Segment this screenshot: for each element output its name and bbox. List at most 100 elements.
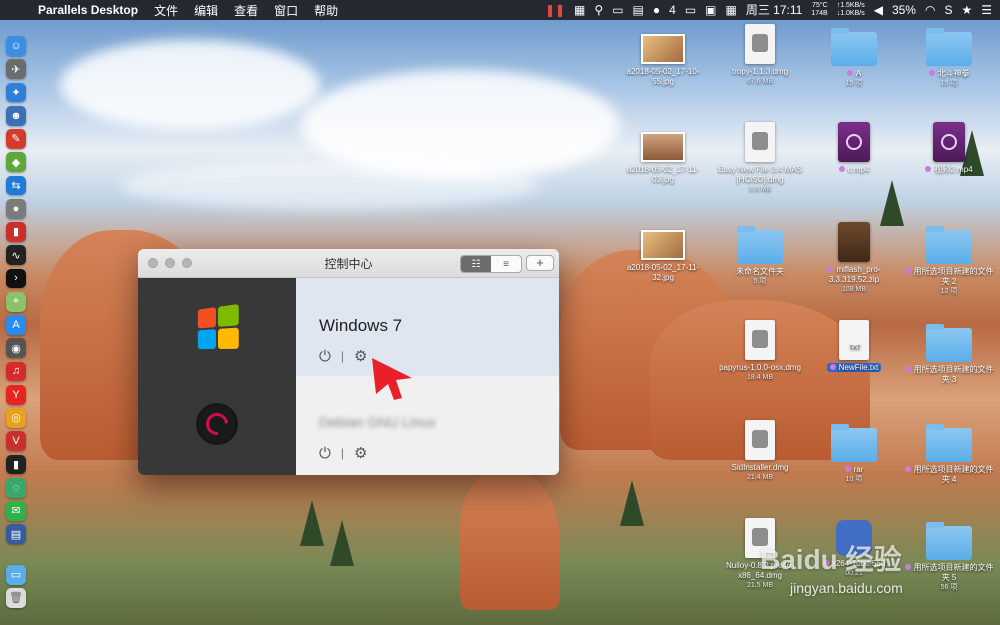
vm-thumbnail-windows[interactable] [194, 304, 240, 351]
app-tray-icon[interactable]: ▣ [705, 0, 716, 20]
folder-tray-icon[interactable]: ▭ [612, 0, 623, 20]
wechat-icon[interactable]: ✉ [6, 501, 26, 521]
menu-view[interactable]: 查看 [234, 2, 258, 19]
desktop-folder[interactable]: 用所选项目新建的文件夹 5 56 项 [903, 522, 995, 592]
video-file-icon [933, 122, 965, 162]
desktop-folder[interactable]: 用所选项目新建的文件夹 3 [903, 324, 995, 385]
battery-percent[interactable]: 35% [892, 0, 916, 20]
fx-icon[interactable]: ◌ [6, 477, 26, 498]
purple-tag-icon [925, 166, 932, 172]
desktop-folder[interactable]: 用所选项目新建的文件夹 4 [903, 424, 995, 485]
input-method-icon[interactable]: S [944, 0, 952, 20]
memory: 174B [811, 10, 828, 17]
zoom-button[interactable] [182, 258, 192, 268]
vm-actions: ⏻ | ⚙ [319, 444, 368, 463]
list-view-button[interactable]: ≡ [491, 256, 521, 272]
yandex-icon[interactable]: Y [6, 384, 26, 405]
purple-tag-icon [829, 364, 836, 370]
wechat-tray-icon[interactable]: ● [653, 0, 660, 20]
desktop-folder[interactable]: 用所选项目新建的文件夹 2 12 项 [903, 226, 995, 296]
istat-icon[interactable]: ▮ [6, 222, 26, 242]
notification-center-icon[interactable]: ☰ [981, 0, 992, 20]
desktop-file-zip[interactable]: miflash_pro-3.3.319.52.zip 108 MB [808, 222, 900, 294]
desktop-folder[interactable]: rar 10 项 [808, 424, 900, 484]
folder-icon [926, 522, 972, 560]
display-icon[interactable]: ▭ [685, 0, 696, 20]
contacts-icon[interactable]: ☻ [6, 105, 26, 126]
trash-icon[interactable]: 🗑 [6, 588, 26, 608]
terminal-icon[interactable]: › [6, 268, 26, 289]
terminal-alt-icon[interactable]: ▮ [6, 454, 26, 475]
vivaldi-icon[interactable]: V [6, 431, 26, 451]
desktop-file-video[interactable]: c.mp4 [808, 122, 900, 175]
finder-icon[interactable]: ☺ [6, 36, 26, 56]
temperature: 75°C [812, 2, 828, 9]
wifi-icon[interactable]: ◠ [925, 0, 935, 20]
clock-readout[interactable]: 周三 17:11 [746, 0, 802, 20]
preview-icon[interactable]: ◉ [6, 338, 26, 358]
power-button[interactable]: ⏻ [319, 348, 331, 365]
desktop-file-image[interactable]: a2018-05-02_17-10-55.jpg [617, 34, 709, 87]
grid-icon[interactable]: ▦ [574, 0, 585, 20]
detail-view-button[interactable]: ☷ [461, 256, 491, 272]
desktop-file-dmg[interactable]: SidInstaller.dmg 21.4 MB [714, 420, 806, 482]
maps-icon[interactable]: ⌖ [6, 291, 26, 312]
desktop-file-image[interactable]: a2018-05-02_17-11-32.jpg [617, 230, 709, 283]
chrome-icon[interactable]: ◎ [6, 408, 26, 428]
dock: ☺ ✈ ✦ ☻ ✎ ◆ ⇆ ● ▮ ∿ › ⌖ A ◉ ♫ Y ◎ V ▮ ◌ … [4, 36, 28, 608]
desktop-stack-icon[interactable]: ▤ [6, 524, 26, 544]
desktop-file-image[interactable]: a2018-05-02_17-11-03.jpg [617, 132, 709, 185]
clipboard-icon[interactable]: ▤ [633, 0, 644, 20]
purple-tag-icon [904, 466, 911, 472]
dmg-file-icon [745, 420, 775, 460]
vm-row-debian[interactable]: Debian GNU Linux ⏻ | ⚙ [296, 376, 559, 475]
desktop-file-txt[interactable]: NewFile.txt [808, 320, 900, 373]
desktop-file-video[interactable]: 视频2.mp4 [903, 122, 995, 175]
vm-row-windows[interactable]: Windows 7 ⏻ | ⚙ [296, 278, 559, 376]
image-thumbnail-icon [641, 132, 685, 162]
app-store-icon[interactable]: A [6, 315, 26, 335]
vm-name: Windows 7 [319, 316, 403, 335]
desktop-folder[interactable]: 未命名文件夹 5 项 [714, 226, 806, 286]
sensor-readout: 75°C 174B [811, 2, 827, 18]
power-button[interactable]: ⏻ [319, 445, 331, 462]
plus-icon: + [536, 255, 544, 270]
folder-icon [737, 226, 783, 264]
activity-monitor-icon[interactable]: ∿ [6, 245, 26, 265]
favorites-star-icon[interactable]: ★ [961, 0, 972, 20]
calendar-icon[interactable]: ▦ [726, 0, 737, 20]
desktop-file-dmg[interactable]: Easy New File 3.4 MAS [HCiSO].dmg 9.6 MB [714, 122, 806, 194]
desktop-file-dmg[interactable]: papyrus-1.0.0-osx.dmg 18.4 MB [714, 320, 806, 382]
safari-icon[interactable]: ✦ [6, 82, 26, 103]
desktop-file-dmg[interactable]: tropy-1.1.3.dmg 67.6 MB [714, 24, 806, 86]
window-titlebar[interactable]: 控制中心 ☷ ≡ + [138, 249, 559, 278]
annotation-arrow-icon [372, 358, 412, 400]
parallels-pause-icon[interactable]: ❚❚ [545, 0, 565, 20]
teamviewer-icon[interactable]: ⇆ [6, 175, 26, 196]
minimize-button[interactable] [165, 258, 175, 268]
menu-window[interactable]: 窗口 [274, 2, 298, 19]
folder-icon [831, 424, 877, 462]
add-vm-button[interactable]: + [526, 255, 554, 271]
vm-thumbnail-debian[interactable] [194, 401, 240, 447]
note-app-icon[interactable]: ✎ [6, 129, 26, 149]
settings-gear-icon[interactable]: ⚙ [354, 444, 367, 462]
menu-help[interactable]: 帮助 [314, 2, 338, 19]
app-name-menu[interactable]: Parallels Desktop [38, 3, 138, 17]
disk-utility-icon[interactable]: ● [6, 198, 26, 219]
menu-bar: Parallels Desktop 文件 编辑 查看 窗口 帮助 ❚❚ ▦ ⚲ … [0, 0, 1000, 20]
menu-edit[interactable]: 编辑 [194, 2, 218, 19]
purple-tag-icon [928, 70, 935, 76]
desktop-folder[interactable]: 北斗神拳 15 项 [903, 28, 995, 88]
pin-icon[interactable]: ⚲ [594, 0, 603, 20]
settings-gear-icon[interactable]: ⚙ [354, 347, 367, 365]
desktop-folder[interactable]: A 15 项 [808, 28, 900, 88]
menu-file[interactable]: 文件 [154, 2, 178, 19]
launchpad-icon[interactable]: ✈ [6, 59, 26, 79]
purple-tag-icon [838, 166, 845, 172]
android-studio-icon[interactable]: ◆ [6, 152, 26, 172]
netease-music-icon[interactable]: ♫ [6, 361, 26, 382]
close-button[interactable] [148, 258, 158, 268]
volume-icon[interactable]: ◀ [874, 0, 883, 20]
downloads-folder-icon[interactable]: ▭ [6, 564, 26, 585]
